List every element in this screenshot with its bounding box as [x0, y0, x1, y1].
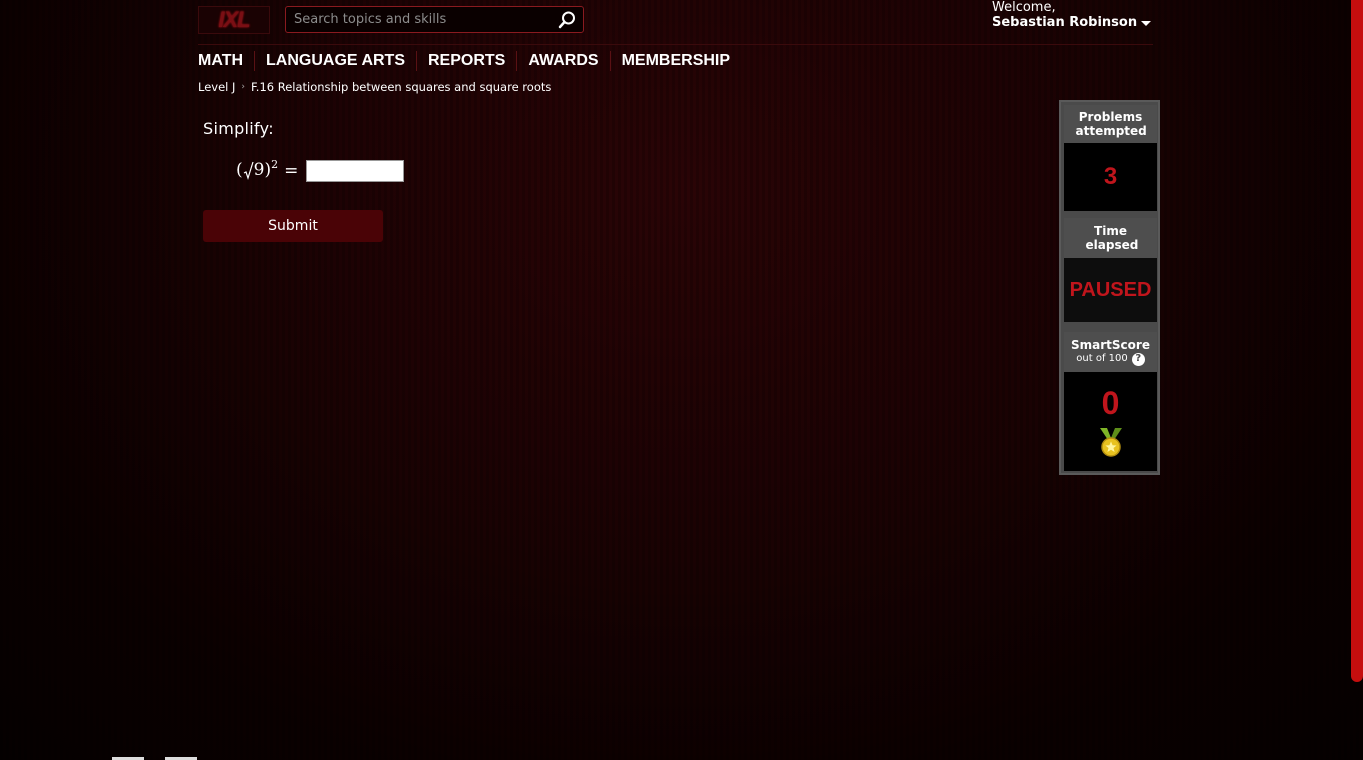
breadcrumb-arrow-icon: › [241, 82, 246, 92]
breadcrumb: Level J › F.16 Relationship between squa… [198, 80, 551, 94]
exponent: 2 [271, 158, 279, 171]
welcome-text: Welcome, [992, 0, 1056, 15]
smartscore-sub: out of 100 ? [1076, 352, 1145, 366]
ixl-logo[interactable]: IXL [198, 6, 270, 34]
time-elapsed-label: Time elapsed [1064, 218, 1157, 258]
close-paren: ) [264, 160, 272, 180]
smartscore-subtext: out of 100 [1076, 353, 1128, 364]
problems-attempted-value: 3 [1064, 143, 1157, 211]
open-paren: ( [236, 160, 243, 180]
smartscore-body: 0 [1064, 372, 1157, 471]
logo-text: IXL [218, 7, 250, 32]
problems-attempted-text: Problems attempted [1075, 110, 1147, 138]
answer-input[interactable] [306, 160, 405, 182]
equals-sign: = [284, 161, 299, 181]
search-box[interactable] [285, 6, 584, 33]
stats-sidebar: Problems attempted 3 Time elapsed PAUSED… [1059, 100, 1160, 475]
main-nav: MATH LANGUAGE ARTS REPORTS AWARDS MEMBER… [198, 50, 730, 72]
user-name: Sebastian Robinson [992, 15, 1138, 30]
time-elapsed-text: Time elapsed [1085, 224, 1139, 252]
nav-separator [516, 51, 518, 71]
nav-reports[interactable]: REPORTS [428, 50, 505, 72]
search-icon[interactable] [557, 10, 577, 30]
nav-membership[interactable]: MEMBERSHIP [622, 50, 730, 72]
caret-down-icon[interactable] [1141, 21, 1152, 26]
square-root-icon [243, 161, 254, 180]
smartscore-label: SmartScore [1071, 338, 1150, 352]
search-input[interactable] [286, 11, 551, 28]
question-prompt: Simplify: [203, 119, 274, 138]
breadcrumb-level[interactable]: Level J [198, 80, 235, 94]
expression: ( 9 ) 2 [236, 158, 279, 182]
breadcrumb-skill: F.16 Relationship between squares and sq… [251, 80, 552, 94]
nav-separator [609, 51, 611, 71]
help-icon[interactable]: ? [1131, 352, 1145, 366]
nav-language-arts[interactable]: LANGUAGE ARTS [266, 50, 405, 72]
smartscore-value: 0 [1101, 385, 1120, 421]
radicand: 9 [253, 160, 265, 180]
user-menu[interactable]: Sebastian Robinson [992, 15, 1152, 30]
nav-math[interactable]: MATH [198, 50, 243, 72]
nav-separator [416, 51, 417, 71]
nav-separator [254, 51, 256, 71]
scrollbar[interactable] [1351, 0, 1363, 682]
math-problem: ( 9 ) 2 = [236, 158, 405, 182]
header-divider [198, 44, 1153, 45]
submit-button[interactable]: Submit [203, 210, 383, 242]
smartscore-header: SmartScore out of 100 ? [1064, 332, 1157, 372]
nav-awards[interactable]: AWARDS [528, 50, 598, 72]
time-elapsed-value: PAUSED [1064, 258, 1157, 322]
problems-attempted-label: Problems attempted [1064, 105, 1157, 143]
medal-icon [1099, 428, 1122, 457]
